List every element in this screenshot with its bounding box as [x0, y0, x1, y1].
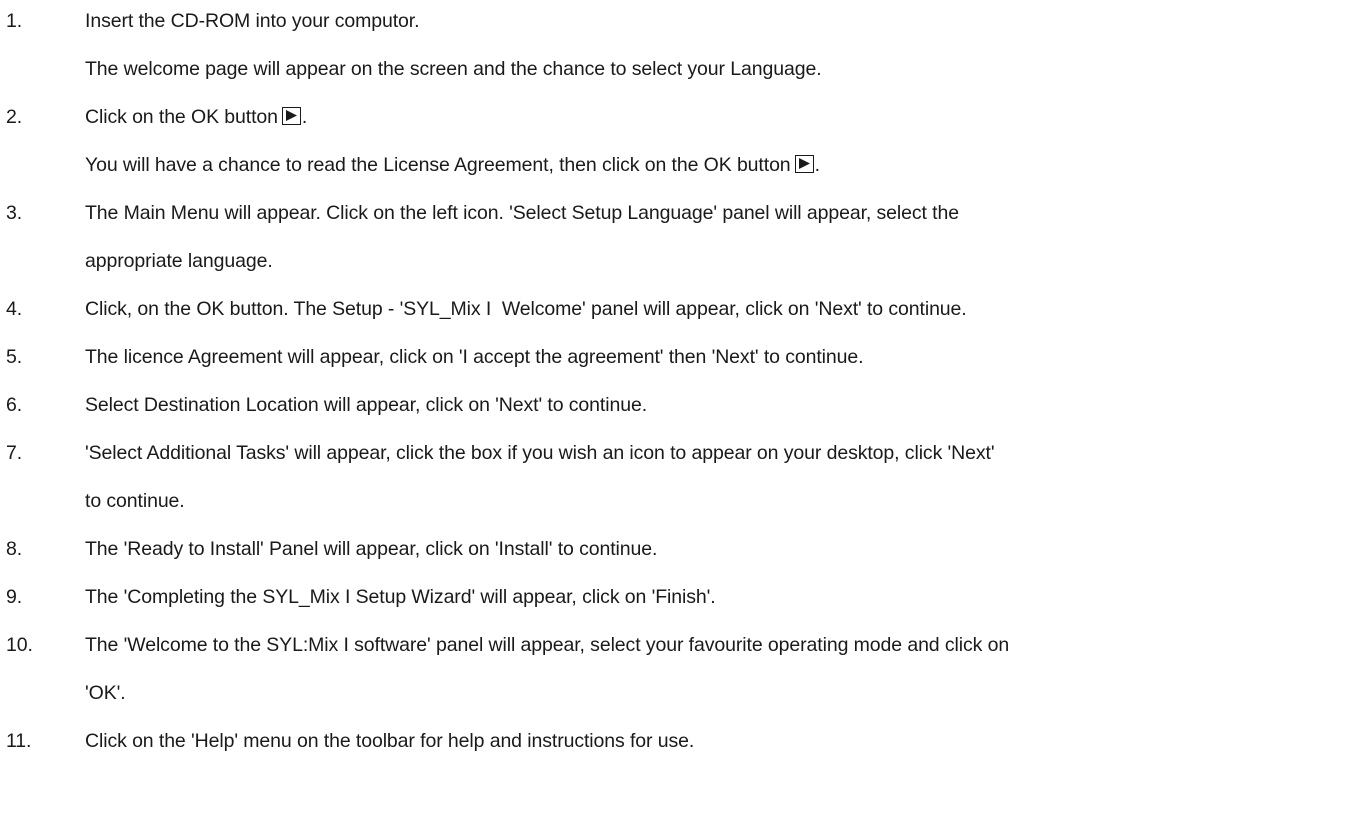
step-text: The 'Completing the SYL_Mix I Setup Wiza… — [85, 586, 716, 608]
step-text-period: . — [301, 106, 308, 128]
step-text-continued: to continue. — [85, 490, 185, 512]
step-text: Select Destination Location will appear,… — [85, 394, 648, 416]
step-text: The 'Ready to Install' Panel will appear… — [85, 538, 658, 560]
step-number: 10. — [6, 634, 33, 656]
step-text: Insert the CD-ROM into your computor. — [85, 10, 420, 32]
step-text-continued: You will have a chance to read the Licen… — [85, 154, 791, 176]
instructions-page: 1. Insert the CD-ROM into your computor.… — [0, 0, 1358, 835]
step-number: 5. — [6, 346, 23, 368]
step-number: 4. — [6, 298, 23, 320]
step-text: 'Select Additional Tasks' will appear, c… — [85, 442, 995, 464]
step-text: The Main Menu will appear. Click on the … — [85, 202, 959, 224]
step-text-continued: 'OK'. — [85, 682, 126, 704]
step-number: 3. — [6, 202, 23, 224]
step-text-line-continued: You will have a chance to read the Licen… — [85, 154, 820, 177]
step-text-continued: appropriate language. — [85, 250, 273, 272]
step-number: 7. — [6, 442, 23, 464]
play-button-icon — [281, 107, 301, 125]
step-text-line: Click on the OK button. — [85, 106, 307, 129]
step-number: 11. — [6, 730, 32, 752]
step-text: Click on the 'Help' menu on the toolbar … — [85, 730, 695, 752]
step-number: 6. — [6, 394, 23, 416]
step-text-continued: The welcome page will appear on the scre… — [85, 58, 822, 80]
step-text: Click on the OK button — [85, 106, 278, 128]
step-text: The 'Welcome to the SYL:Mix I software' … — [85, 634, 1010, 656]
step-number: 1. — [6, 10, 23, 32]
step-number: 2. — [6, 106, 23, 128]
play-button-icon — [794, 155, 814, 173]
step-number: 8. — [6, 538, 23, 560]
step-number: 9. — [6, 586, 23, 608]
step-text-period: . — [814, 154, 820, 176]
step-text: The licence Agreement will appear, click… — [85, 346, 864, 368]
step-text: Click, on the OK button. The Setup - 'SY… — [85, 298, 967, 320]
